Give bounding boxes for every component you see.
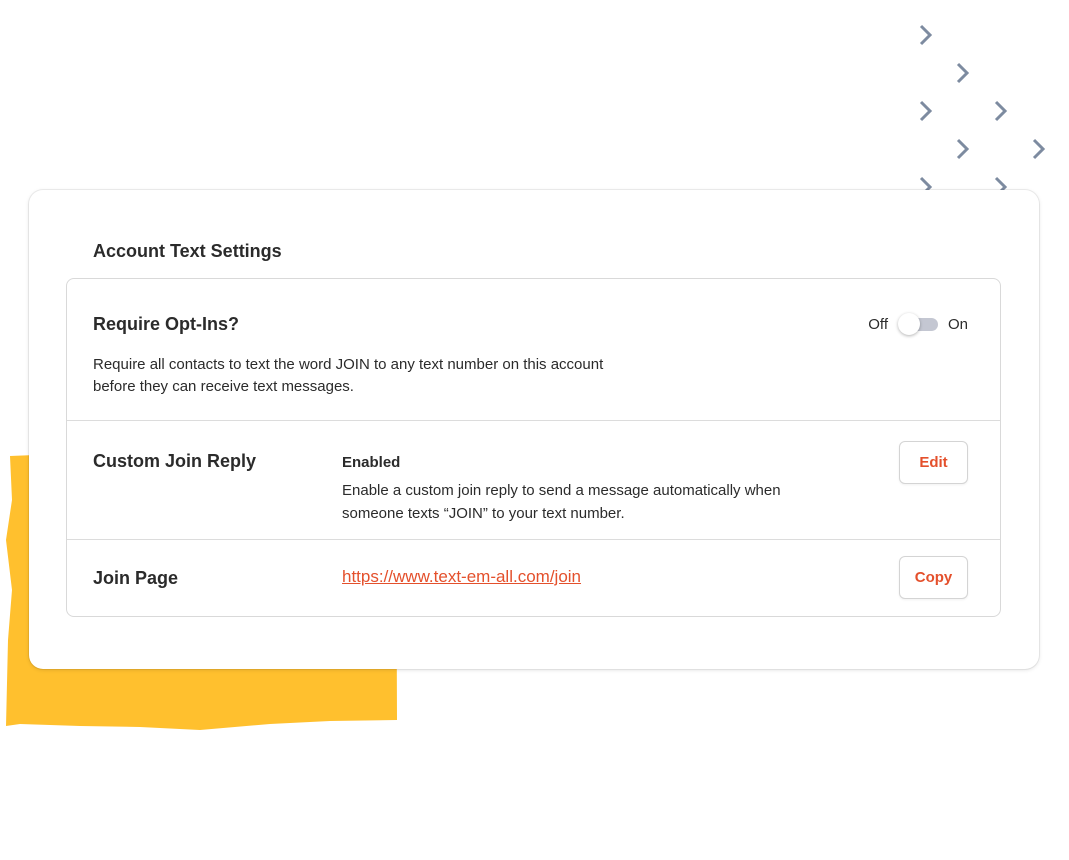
opt-ins-toggle-group: Off On bbox=[868, 313, 968, 335]
card-title: Account Text Settings bbox=[93, 241, 282, 261]
chevron-right-icon bbox=[914, 23, 938, 47]
join-page-link[interactable]: https://www.text-em-all.com/join bbox=[342, 567, 581, 587]
chevron-right-icon bbox=[914, 99, 938, 123]
copy-button[interactable]: Copy bbox=[899, 556, 968, 599]
toggle-on-label: On bbox=[947, 315, 968, 333]
chevron-right-icon bbox=[989, 99, 1013, 123]
toggle-off-label: Off bbox=[868, 315, 888, 333]
chevron-right-icon bbox=[951, 137, 975, 161]
settings-panel: Require Opt-Ins? Require all contacts to… bbox=[66, 278, 1001, 617]
join-page-row: Join Page https://www.text-em-all.com/jo… bbox=[67, 540, 1000, 617]
opt-ins-title: Require Opt-Ins? bbox=[93, 314, 240, 334]
stage: Account Text Settings Require Opt-Ins? R… bbox=[0, 0, 1069, 860]
opt-ins-description: Require all contacts to text the word JO… bbox=[93, 356, 604, 395]
custom-join-reply-status: Enabled bbox=[342, 454, 401, 471]
opt-ins-row: Require Opt-Ins? Require all contacts to… bbox=[67, 279, 1000, 421]
custom-join-reply-description: Enable a custom join reply to send a mes… bbox=[342, 482, 781, 522]
chevron-right-icon bbox=[951, 61, 975, 85]
custom-join-reply-row: Custom Join Reply Enabled Enable a custo… bbox=[67, 421, 1000, 540]
edit-button[interactable]: Edit bbox=[899, 441, 968, 484]
chevron-right-icon bbox=[1027, 137, 1051, 161]
toggle-knob bbox=[897, 313, 920, 335]
join-page-title: Join Page bbox=[93, 568, 179, 588]
account-text-settings-card: Account Text Settings Require Opt-Ins? R… bbox=[29, 190, 1039, 669]
opt-ins-toggle[interactable] bbox=[897, 313, 938, 335]
custom-join-reply-title: Custom Join Reply bbox=[93, 451, 257, 471]
